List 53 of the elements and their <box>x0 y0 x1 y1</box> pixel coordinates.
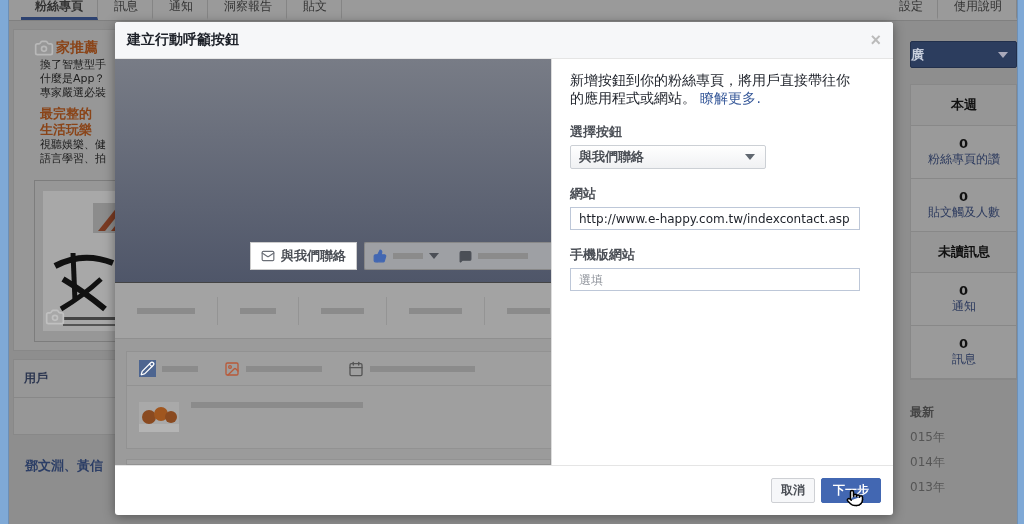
stats-heading: 本週 <box>911 85 1016 126</box>
button-type-dropdown[interactable]: 與我們聯絡 <box>570 145 766 169</box>
thumbs-up-icon <box>373 249 387 263</box>
stat-link[interactable]: 通知 <box>951 298 976 315</box>
caret-icon <box>429 253 439 259</box>
stat-value: 0 <box>958 336 968 351</box>
mail-icon <box>261 249 275 263</box>
stat-value: 0 <box>958 136 968 151</box>
stat-value: 0 <box>958 189 968 204</box>
url-input-field[interactable]: http://www.e-happy.com.tw/indexcontact.asp <box>570 207 860 230</box>
stat-link[interactable]: 粉絲專頁的讚 <box>927 151 1000 168</box>
image-icon <box>224 360 240 377</box>
promo-text: 專家嚴選必裝 <box>40 86 107 100</box>
caret-icon <box>745 154 755 160</box>
placeholder-bar <box>137 307 195 314</box>
page-tab[interactable]: 通知 <box>155 0 208 20</box>
stat-link[interactable]: 貼文觸及人數 <box>927 204 1000 221</box>
page-tab[interactable]: 粉絲專頁 <box>21 0 98 20</box>
pencil-icon <box>139 360 156 377</box>
learn-more-link[interactable]: 瞭解更多. <box>700 90 761 106</box>
page-tab[interactable]: 貼文 <box>289 0 342 20</box>
calendar-icon <box>348 360 364 377</box>
promo-text: 什麼是App？ <box>40 72 107 86</box>
stats-heading: 未讀訊息 <box>911 232 1016 273</box>
latest-heading: 最新 <box>910 404 935 421</box>
placeholder-bar <box>240 307 276 314</box>
comment-icon <box>459 249 472 263</box>
placeholder-bar <box>478 253 528 259</box>
promo-headline: 生活玩樂 <box>40 122 93 138</box>
dialog-title: 建立行動呼籲按鈕 <box>127 31 239 49</box>
dialog-description: 新增按鈕到你的粉絲專頁，將用戶直接帶往你的應用程式或網站。 瞭解更多. <box>570 71 851 107</box>
stat-link[interactable]: 訊息 <box>951 351 976 368</box>
field-label: 手機版網站 <box>570 246 636 264</box>
stat-value: 0 <box>958 283 968 298</box>
placeholder-bar <box>409 307 462 314</box>
promo-text: 視聽娛樂、健 <box>40 138 107 152</box>
promo-text: 換了智慧型手 <box>40 58 107 72</box>
page-tab[interactable]: 設定 <box>885 0 938 20</box>
promote-button[interactable]: 廣 <box>910 41 1017 68</box>
promo-headline: 最完整的 <box>40 106 93 122</box>
url-input-field[interactable]: 選填 <box>570 268 860 291</box>
field-label: 網站 <box>570 185 597 203</box>
placeholder-bar <box>393 253 423 259</box>
caret-icon <box>998 51 1008 58</box>
cancel-button[interactable]: 取消 <box>771 478 815 503</box>
page-tab[interactable]: 洞察報告 <box>210 0 287 20</box>
placeholder-bar <box>321 307 364 314</box>
camera-icon[interactable] <box>45 307 65 327</box>
author-names[interactable]: 鄧文淵、黃信 <box>13 443 116 475</box>
page-tab[interactable]: 訊息 <box>100 0 153 20</box>
promo-text: 語言學習、拍 <box>40 152 107 166</box>
field-label: 選擇按鈕 <box>570 123 623 141</box>
promo-title: 家推薦 <box>56 39 98 57</box>
